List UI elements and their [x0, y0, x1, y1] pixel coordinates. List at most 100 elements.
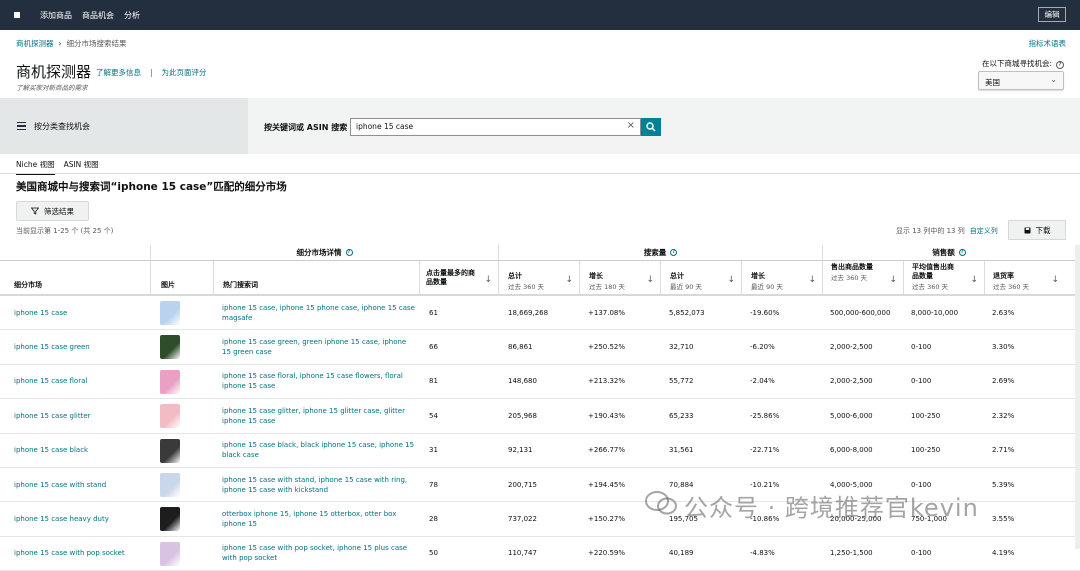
- product-image: [160, 438, 180, 464]
- divider: |: [150, 68, 153, 77]
- table-row[interactable]: iphone 15 case glitter iphone 15 case gli…: [0, 399, 1080, 434]
- top-search-terms[interactable]: iphone 15 case floral, iphone 15 case fl…: [222, 365, 417, 398]
- col-return-rate[interactable]: 退货率过去 360 天 ↓: [984, 261, 1065, 294]
- col-products[interactable]: 点击量最多的商品数量 ↓: [419, 261, 498, 294]
- chevron-right-icon: ›: [58, 39, 62, 48]
- col-image: 图片: [150, 261, 213, 294]
- cell-g90: -6.20%: [750, 343, 775, 352]
- sort-arrow-icon[interactable]: ↓: [970, 275, 978, 285]
- watermark: 公众号 · 跨境推荐官kevin: [684, 494, 979, 522]
- cell-units: 6,000-8,000: [830, 446, 873, 455]
- top-search-terms[interactable]: otterbox iphone 15, iphone 15 otterbox, …: [222, 502, 417, 535]
- phone-case-thumbnail: [160, 472, 180, 497]
- breadcrumb: 商机探测器 › 细分市场搜索结果: [16, 38, 127, 49]
- table-row[interactable]: iphone 15 case green iphone 15 case green…: [0, 330, 1080, 365]
- col-growth-90-label: 增长: [751, 272, 765, 280]
- table-row[interactable]: iphone 15 case floral iphone 15 case flor…: [0, 365, 1080, 400]
- sort-arrow-icon[interactable]: ↓: [889, 275, 897, 285]
- col-total-90[interactable]: 总计 最近 90 天 ↓: [660, 261, 741, 294]
- breadcrumb-root[interactable]: 商机探测器: [16, 39, 54, 48]
- group-search-volume: 搜索量?: [498, 245, 822, 261]
- top-search-terms[interactable]: iphone 15 case green, green iphone 15 ca…: [222, 330, 417, 363]
- niche-link[interactable]: iphone 15 case green: [14, 330, 90, 363]
- sort-arrow-icon[interactable]: ↓: [565, 275, 573, 285]
- page-links: 了解更多信息 | 为此页面评分: [96, 67, 207, 78]
- col-growth-180[interactable]: 增长 过去 180 天 ↓: [579, 261, 660, 294]
- nav-product-opportunities[interactable]: 商品机会: [82, 10, 114, 21]
- cell-products: 54: [429, 411, 438, 420]
- edit-button[interactable]: 编辑: [1038, 7, 1066, 22]
- cell-products: 81: [429, 377, 438, 386]
- col-growth-90[interactable]: 增长 最近 90 天 ↓: [741, 261, 822, 294]
- col-units-sold[interactable]: 售出商品数量 过去 360 天 ↓: [822, 261, 903, 294]
- search-button[interactable]: [641, 118, 661, 136]
- columns-count: 显示 13 列中的 13 列: [896, 227, 965, 235]
- cell-g90: -4.83%: [750, 549, 775, 558]
- table-row[interactable]: iphone 15 case with pop socket iphone 15 …: [0, 537, 1080, 571]
- marketplace-select[interactable]: 美国 ⌄: [978, 71, 1064, 90]
- col-avg-units[interactable]: 平均值售出商品数量 过去 360 天 ↓: [903, 261, 984, 294]
- download-button[interactable]: 下载: [1008, 220, 1066, 240]
- top-search-terms[interactable]: iphone 15 case glitter, iphone 15 glitte…: [222, 399, 417, 432]
- table-row[interactable]: iphone 15 case black iphone 15 case black…: [0, 434, 1080, 468]
- cell-t360: 92,131: [508, 446, 533, 455]
- clear-icon[interactable]: ×: [627, 120, 635, 131]
- search-label: 按关键词或 ASIN 搜索: [264, 123, 348, 132]
- niche-link[interactable]: iphone 15 case glitter: [14, 399, 91, 432]
- cell-ret: 4.19%: [992, 549, 1015, 558]
- niche-link[interactable]: iphone 15 case heavy duty: [14, 502, 109, 535]
- info-icon[interactable]: ?: [958, 249, 966, 256]
- category-browse-button[interactable]: 按分类查找机会: [0, 98, 248, 154]
- top-search-terms[interactable]: iphone 15 case black, black iphone 15 ca…: [222, 434, 417, 467]
- learn-more-link[interactable]: 了解更多信息: [96, 68, 141, 77]
- phone-case-thumbnail: [160, 541, 180, 566]
- scrollbar[interactable]: [1075, 245, 1080, 549]
- cell-products: 31: [429, 446, 438, 455]
- niche-link[interactable]: iphone 15 case: [14, 296, 67, 329]
- info-icon[interactable]: ?: [670, 249, 678, 256]
- niche-link[interactable]: iphone 15 case black: [14, 434, 88, 467]
- table-row[interactable]: iphone 15 case iphone 15 case, iphone 15 …: [0, 296, 1080, 331]
- customize-columns-link[interactable]: 自定义列: [970, 227, 998, 235]
- glossary-link[interactable]: 指标术语表: [1029, 38, 1067, 49]
- sort-arrow-icon[interactable]: ↓: [646, 275, 654, 285]
- download-icon: [1024, 227, 1030, 233]
- niche-link[interactable]: iphone 15 case with stand: [14, 468, 106, 501]
- col-returns-sub: 过去 360 天: [993, 283, 1030, 291]
- sort-arrow-icon[interactable]: ↓: [727, 275, 735, 285]
- nav-analytics[interactable]: 分析: [124, 10, 140, 21]
- search-value: iphone 15 case: [356, 122, 414, 131]
- divider: [0, 173, 1080, 174]
- col-niche[interactable]: 细分市场: [0, 261, 150, 294]
- marketplace-label: 在以下商城寻找机会:?: [982, 58, 1064, 69]
- col-returns-label: 退货率: [993, 272, 1014, 280]
- home-icon[interactable]: [14, 12, 20, 18]
- group-sales-label: 销售额: [932, 248, 955, 257]
- col-units-sub: 过去 360 天: [831, 274, 868, 282]
- col-total-360[interactable]: 总计 过去 360 天 ↓: [498, 261, 579, 294]
- cell-g90: -2.04%: [750, 377, 775, 386]
- niche-link[interactable]: iphone 15 case floral: [14, 365, 87, 398]
- rate-page-link[interactable]: 为此页面评分: [162, 68, 207, 77]
- niche-link[interactable]: iphone 15 case with pop socket: [14, 537, 125, 570]
- search-icon: [646, 122, 656, 132]
- cell-t360: 205,968: [508, 411, 537, 420]
- nav-add-product[interactable]: 添加商品: [40, 10, 72, 21]
- cell-g180: +190.43%: [588, 411, 626, 420]
- search-input[interactable]: iphone 15 case ×: [350, 118, 641, 136]
- sort-arrow-icon[interactable]: ↓: [1051, 275, 1059, 285]
- filter-button[interactable]: 筛选结果: [16, 201, 89, 221]
- top-search-terms[interactable]: iphone 15 case, iphone 15 phone case, ip…: [222, 296, 417, 329]
- top-search-terms[interactable]: iphone 15 case with stand, iphone 15 cas…: [222, 468, 417, 501]
- sort-arrow-icon[interactable]: ↓: [484, 275, 492, 285]
- sort-arrow-icon[interactable]: ↓: [808, 275, 816, 285]
- download-label: 下载: [1035, 225, 1051, 235]
- info-icon[interactable]: ?: [345, 249, 353, 256]
- cell-ret: 3.30%: [992, 343, 1015, 352]
- top-search-terms[interactable]: iphone 15 case with pop socket, iphone 1…: [222, 537, 417, 570]
- cell-g90: -25.86%: [750, 411, 780, 420]
- phone-case-thumbnail: [160, 438, 180, 463]
- help-icon[interactable]: ?: [1056, 61, 1064, 69]
- cell-products: 50: [429, 549, 438, 558]
- cell-t90: 65,233: [669, 411, 694, 420]
